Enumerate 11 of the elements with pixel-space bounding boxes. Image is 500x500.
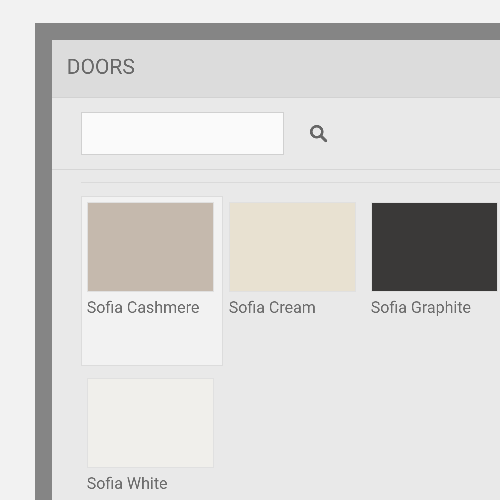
- door-name: Sofia Graphite: [371, 298, 472, 317]
- door-name: Sofia Cream: [229, 298, 318, 317]
- door-option[interactable]: Sofia Graphite: [365, 196, 500, 366]
- search-field[interactable]: [81, 112, 284, 155]
- door-name: Sofia Cashmere: [87, 298, 201, 317]
- door-option[interactable]: Sofia White: [81, 372, 223, 500]
- search-icon[interactable]: [309, 124, 329, 144]
- dialog-title: DOORS: [67, 54, 136, 82]
- door-option[interactable]: Sofia Cashmere: [81, 196, 223, 366]
- door-option[interactable]: Sofia Cream: [223, 196, 365, 366]
- door-name: Sofia White: [87, 474, 169, 493]
